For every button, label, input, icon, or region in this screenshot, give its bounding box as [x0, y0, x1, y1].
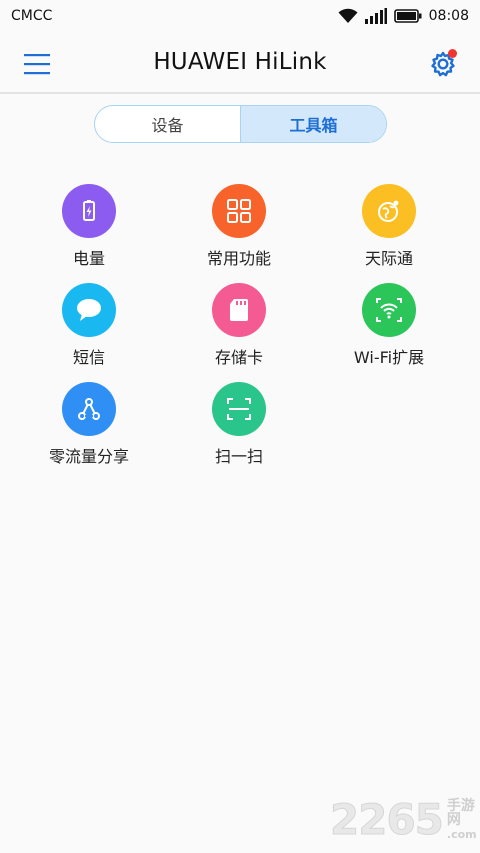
- tool-label: 扫一扫: [214, 447, 263, 466]
- share-icon: [62, 382, 116, 436]
- tab-switcher: 设备 工具箱: [94, 105, 387, 143]
- app-header: HUAWEI HiLink: [0, 32, 480, 94]
- tool-wifi-extend[interactable]: Wi-Fi扩展: [309, 283, 469, 368]
- tool-common-functions[interactable]: 常用功能: [159, 184, 319, 269]
- site-watermark: 2265 手游网 .com: [330, 795, 480, 845]
- globe-icon: [362, 184, 416, 238]
- watermark-cn: 手游网: [446, 798, 475, 828]
- tool-label: 天际通: [364, 249, 413, 268]
- tool-skytone[interactable]: 天际通: [309, 184, 469, 269]
- tool-label: 常用功能: [206, 249, 271, 268]
- notification-badge: [448, 49, 457, 58]
- scan-icon: [212, 382, 266, 436]
- tool-scan[interactable]: 扫一扫: [159, 382, 319, 467]
- watermark-number: 2265: [330, 795, 445, 845]
- sd-card-icon: [212, 283, 266, 337]
- clock-label: 08:08: [428, 8, 469, 24]
- wifi-extend-icon: [362, 283, 416, 337]
- tool-battery[interactable]: 电量: [9, 184, 169, 269]
- tab-toolbox[interactable]: 工具箱: [240, 106, 386, 142]
- tool-label: 短信: [72, 348, 105, 367]
- watermark-text: 手游网 .com: [447, 799, 480, 840]
- message-icon: [62, 283, 116, 337]
- tool-label: 电量: [72, 249, 105, 268]
- hamburger-menu-icon: [24, 54, 50, 75]
- page-title: HUAWEI HiLink: [153, 49, 327, 75]
- tool-zero-data-share[interactable]: 零流量分享: [9, 382, 169, 467]
- menu-button[interactable]: [24, 52, 50, 76]
- status-icons: 08:08: [338, 8, 469, 24]
- grid-icon: [212, 184, 266, 238]
- settings-button[interactable]: [428, 49, 458, 79]
- tool-sms[interactable]: 短信: [9, 283, 169, 368]
- watermark-en: .com: [446, 828, 477, 841]
- status-bar: CMCC 08:08: [0, 0, 480, 32]
- wifi-signal-icon: [338, 8, 358, 24]
- battery-icon: [62, 184, 116, 238]
- cellular-signal-icon: [364, 8, 387, 24]
- tool-sd-card[interactable]: 存储卡: [159, 283, 319, 368]
- tool-label: 零流量分享: [48, 447, 129, 466]
- battery-status-icon: [393, 9, 422, 23]
- tool-label: 存储卡: [214, 348, 263, 367]
- tab-devices[interactable]: 设备: [95, 106, 240, 142]
- carrier-label: CMCC: [11, 8, 53, 24]
- tool-label: Wi-Fi扩展: [353, 348, 425, 367]
